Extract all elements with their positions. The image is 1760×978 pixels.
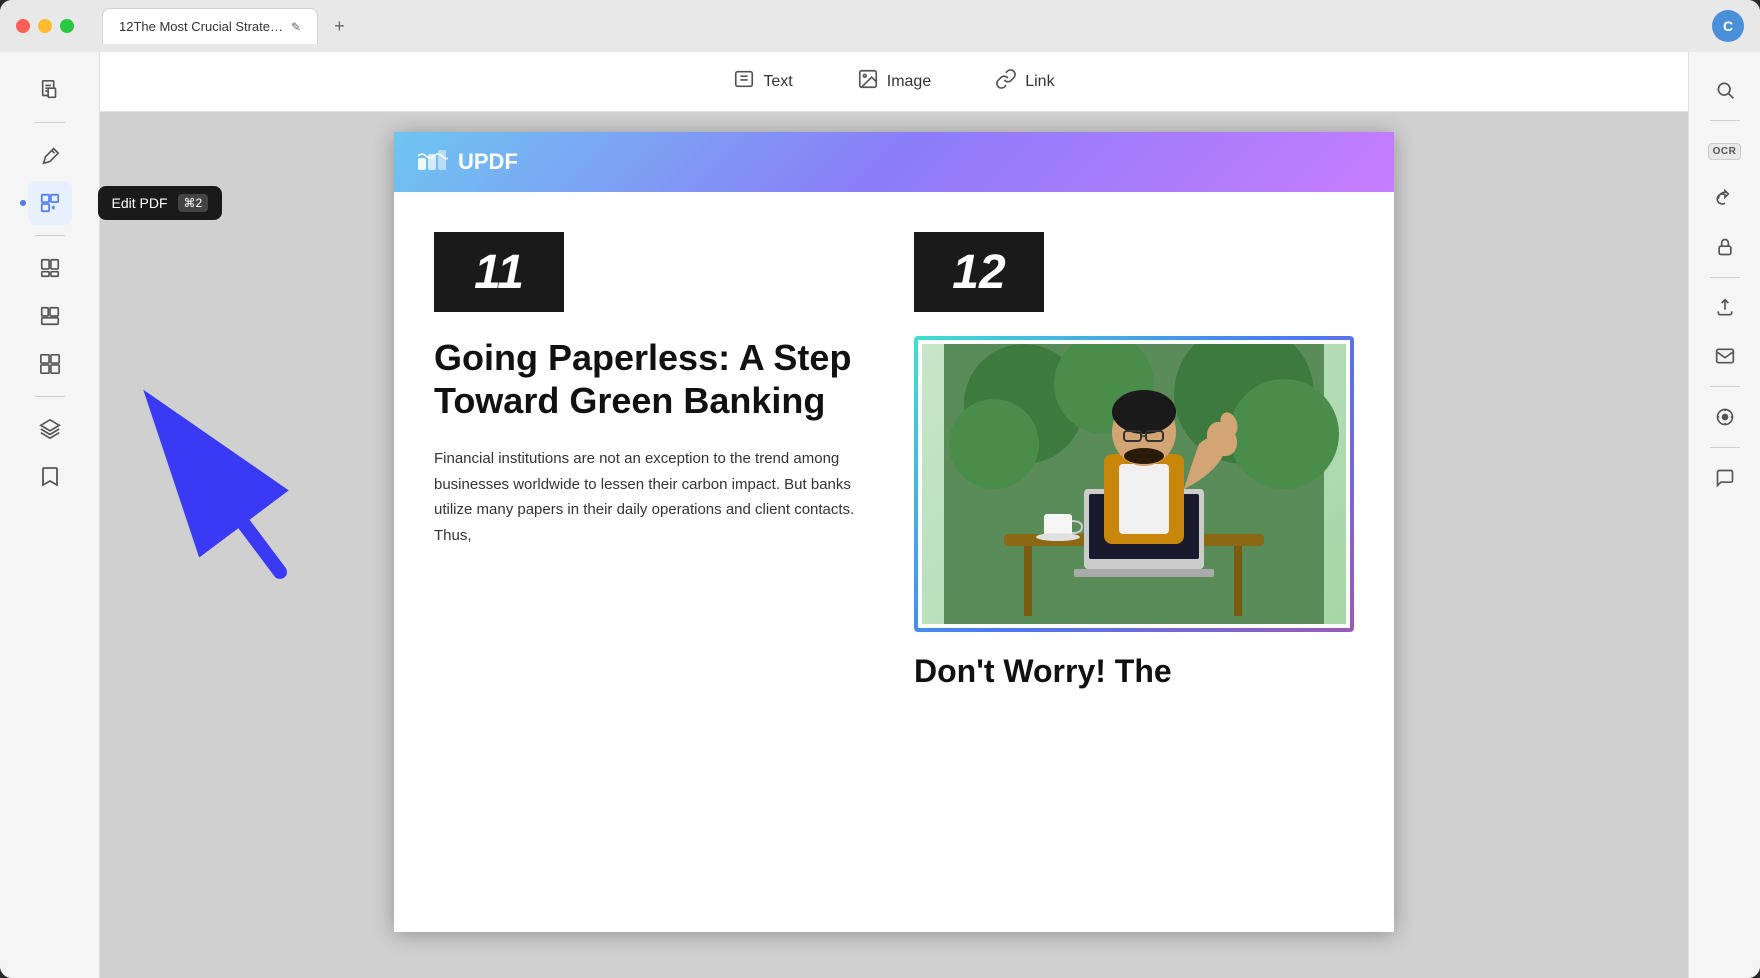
maximize-button[interactable] — [60, 19, 74, 33]
image-tool-label: Image — [887, 73, 931, 91]
avatar: C — [1712, 10, 1744, 42]
save-button[interactable] — [1703, 395, 1747, 439]
sidebar-item-annotate[interactable] — [28, 133, 72, 177]
document-scroll[interactable]: UPDF 11 Going Paperless: A Step Toward G… — [100, 112, 1688, 978]
close-button[interactable] — [16, 19, 30, 33]
image-tool-icon — [857, 68, 879, 95]
tab-label: 12The Most Crucial Strate… — [119, 19, 283, 34]
edit-pdf-tooltip: Edit PDF ⌘2 — [98, 186, 223, 220]
ocr-label: OCR — [1708, 143, 1742, 160]
text-tool-label: Text — [763, 73, 792, 91]
sidebar-item-pages[interactable] — [28, 294, 72, 338]
section-body-left: Financial institutions are not an except… — [434, 446, 874, 548]
pdf-image — [922, 344, 1346, 624]
sidebar-item-bookmark[interactable] — [28, 455, 72, 499]
tab-edit-icon: ✎ — [291, 20, 301, 34]
left-sidebar: Edit PDF ⌘2 — [0, 52, 100, 978]
content-area: Text Image — [100, 52, 1688, 978]
pdf-image-border — [914, 336, 1354, 632]
section-number-12: 12 — [914, 232, 1044, 312]
tooltip-label: Edit PDF — [112, 195, 168, 211]
tab-bar: 12The Most Crucial Strate… ✎ + — [102, 8, 1700, 44]
divider-1 — [35, 122, 65, 123]
security-button[interactable] — [1703, 225, 1747, 269]
updf-logo: UPDF — [418, 149, 518, 175]
link-tool-button[interactable]: Link — [983, 62, 1066, 101]
right-divider-4 — [1710, 447, 1740, 448]
titlebar: 12The Most Crucial Strate… ✎ + C — [0, 0, 1760, 52]
tooltip-shortcut: ⌘2 — [178, 194, 209, 212]
right-divider-1 — [1710, 120, 1740, 121]
active-tab[interactable]: 12The Most Crucial Strate… ✎ — [102, 8, 318, 44]
image-tool-button[interactable]: Image — [845, 62, 943, 101]
share-button[interactable] — [1703, 286, 1747, 330]
divider-3 — [35, 396, 65, 397]
traffic-lights — [16, 19, 74, 33]
pdf-document: UPDF 11 Going Paperless: A Step Toward G… — [394, 132, 1394, 932]
link-tool-label: Link — [1025, 73, 1054, 91]
sidebar-item-document[interactable] — [28, 68, 72, 112]
section-sub-heading-right: Don't Worry! The — [914, 652, 1354, 690]
pdf-header-banner: UPDF — [394, 132, 1394, 192]
text-tool-icon — [733, 68, 755, 95]
comment-button[interactable] — [1703, 456, 1747, 500]
updf-brand-text: UPDF — [458, 149, 518, 175]
pdf-right-column: 12 — [914, 232, 1354, 690]
pdf-left-column: 11 Going Paperless: A Step Toward Green … — [434, 232, 874, 690]
search-right-button[interactable] — [1703, 68, 1747, 112]
arrow-annotation — [100, 292, 320, 592]
main-area: Edit PDF ⌘2 — [0, 52, 1760, 978]
sidebar-item-layers[interactable] — [28, 407, 72, 451]
right-divider-2 — [1710, 277, 1740, 278]
right-sidebar: OCR — [1688, 52, 1760, 978]
divider-2 — [35, 235, 65, 236]
section-heading-left: Going Paperless: A Step Toward Green Ban… — [434, 336, 874, 422]
active-indicator — [20, 200, 26, 206]
sidebar-item-organize[interactable] — [28, 246, 72, 290]
top-toolbar: Text Image — [100, 52, 1688, 112]
section-number-11: 11 — [434, 232, 564, 312]
app-window: 12The Most Crucial Strate… ✎ + C — [0, 0, 1760, 978]
sidebar-item-convert[interactable] — [28, 342, 72, 386]
text-tool-button[interactable]: Text — [721, 62, 804, 101]
ocr-button[interactable]: OCR — [1703, 129, 1747, 173]
pdf-content: 11 Going Paperless: A Step Toward Green … — [394, 192, 1394, 710]
refresh-button[interactable] — [1703, 177, 1747, 221]
sidebar-item-edit-pdf[interactable]: Edit PDF ⌘2 — [28, 181, 72, 225]
link-tool-icon — [995, 68, 1017, 95]
add-tab-button[interactable]: + — [326, 12, 353, 41]
right-divider-3 — [1710, 386, 1740, 387]
mail-button[interactable] — [1703, 334, 1747, 378]
minimize-button[interactable] — [38, 19, 52, 33]
